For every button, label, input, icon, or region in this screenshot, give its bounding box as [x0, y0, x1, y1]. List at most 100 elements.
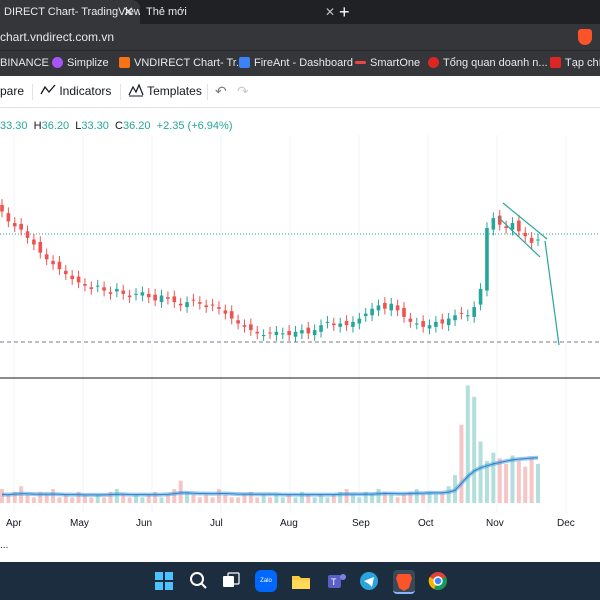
bookmark-label: VNDIRECT Chart- Tr...: [134, 57, 246, 69]
candle: [159, 295, 164, 303]
candle: [140, 292, 145, 296]
toolbar-divider: [32, 84, 33, 100]
bookmark-binance[interactable]: BINANCE: [0, 51, 49, 76]
candle: [153, 294, 157, 301]
templates-button[interactable]: Templates: [128, 76, 202, 107]
candle: [268, 332, 272, 334]
volume-bar: [197, 497, 202, 503]
bookmark-tongquan[interactable]: Tổng quan doanh n...: [428, 51, 548, 76]
zalo-icon[interactable]: Zalo: [255, 570, 277, 592]
volume-bar: [395, 497, 400, 503]
chrome-icon[interactable]: [427, 570, 449, 592]
candle: [478, 288, 483, 305]
volume-bar: [536, 463, 540, 503]
candle: [332, 323, 336, 326]
bookmark-label: Tạp chí: [565, 57, 600, 69]
vndirect-icon: [119, 57, 130, 68]
candle: [249, 324, 253, 331]
more-options-icon[interactable]: ...: [0, 540, 8, 551]
tab-new-tab[interactable]: Thẻ mới: [146, 0, 187, 24]
time-axis[interactable]: Apr May Jun Jul Aug Sep Oct Nov Dec: [0, 512, 600, 536]
candle: [19, 223, 23, 230]
candle: [529, 237, 534, 243]
candle: [312, 330, 317, 336]
candle: [370, 308, 374, 316]
candle: [95, 285, 100, 287]
teams-icon[interactable]: T: [325, 570, 347, 592]
candle: [402, 307, 406, 317]
candle: [363, 313, 368, 317]
file-explorer-icon[interactable]: [290, 570, 312, 592]
volume-bar: [127, 497, 132, 503]
candle: [242, 325, 247, 327]
volume-bar: [414, 489, 419, 503]
undo-icon[interactable]: ↶: [215, 76, 227, 107]
fireant-icon: [239, 57, 250, 68]
indicators-icon: [40, 84, 56, 95]
candle: [261, 335, 266, 337]
search-icon[interactable]: [187, 570, 209, 592]
candle: [517, 220, 521, 232]
redo-icon[interactable]: ↷: [237, 76, 249, 107]
candle: [466, 315, 470, 317]
indicators-button[interactable]: Indicators: [40, 76, 111, 107]
candle: [191, 299, 196, 301]
new-tab-button[interactable]: +: [339, 0, 350, 24]
candle: [102, 287, 106, 291]
candle: [83, 284, 87, 286]
task-view-icon[interactable]: [220, 570, 242, 592]
bookmark-smartone[interactable]: SmartOne: [355, 51, 420, 76]
volume-bar: [472, 396, 477, 503]
volume-bar: [459, 424, 464, 503]
taskbar: Zalo T: [0, 562, 600, 600]
brave-shield-icon[interactable]: [578, 29, 592, 45]
ohlc-open: 33.30: [0, 120, 28, 132]
candle: [414, 323, 419, 325]
toolbar-divider: [120, 84, 121, 100]
projection-line: [544, 240, 560, 346]
compare-button[interactable]: pare: [0, 76, 24, 107]
brave-icon[interactable]: [393, 570, 415, 594]
volume-bar: [223, 494, 228, 503]
candle: [376, 305, 381, 311]
ohlc-high-label: H: [33, 120, 42, 132]
candle: [210, 304, 215, 306]
volume-bar: [140, 497, 145, 503]
volume-bar: [293, 497, 298, 503]
tab-close-icon[interactable]: ✕: [123, 0, 134, 24]
tab-tradingview[interactable]: DIRECT Chart- TradingView ✕: [0, 0, 140, 24]
bookmark-fireant[interactable]: FireAnt - Dashboard: [239, 51, 353, 76]
simplize-icon: [52, 57, 63, 68]
start-icon[interactable]: [153, 570, 175, 592]
axis-tick: Apr: [6, 518, 22, 529]
ohlc-change: +2.35 (+6.94%): [156, 120, 233, 132]
candle: [453, 315, 457, 321]
candle: [280, 333, 285, 335]
toolbar-divider: [207, 84, 208, 100]
tab-close-icon[interactable]: ✕: [325, 0, 335, 24]
axis-tick: Aug: [280, 518, 298, 529]
candle: [274, 331, 279, 336]
volume-bar: [89, 497, 94, 503]
volume-bar: [504, 463, 509, 503]
volume-bar: [191, 494, 196, 503]
candle: [38, 242, 43, 253]
bookmark-tapchi[interactable]: Tạp chí: [550, 51, 600, 76]
url-field[interactable]: chart.vndirect.com.vn: [0, 24, 114, 50]
candle: [255, 331, 260, 334]
bookmark-simplize[interactable]: Simplize: [52, 51, 109, 76]
candle: [115, 288, 119, 292]
telegram-icon[interactable]: [358, 570, 380, 592]
ohlc-close: 36.20: [123, 120, 151, 132]
candle: [491, 218, 496, 230]
bookmark-vndirect[interactable]: VNDIRECT Chart- Tr...: [119, 51, 245, 76]
volume-bar: [172, 489, 177, 503]
volume-bar: [31, 497, 36, 503]
volume-bar: [523, 466, 528, 503]
axis-tick: Jun: [136, 518, 153, 529]
candle: [446, 318, 451, 326]
candle: [440, 319, 445, 324]
volume-bar: [497, 458, 502, 503]
price-chart[interactable]: [0, 135, 600, 535]
zalo-label: Zalo: [260, 578, 272, 584]
